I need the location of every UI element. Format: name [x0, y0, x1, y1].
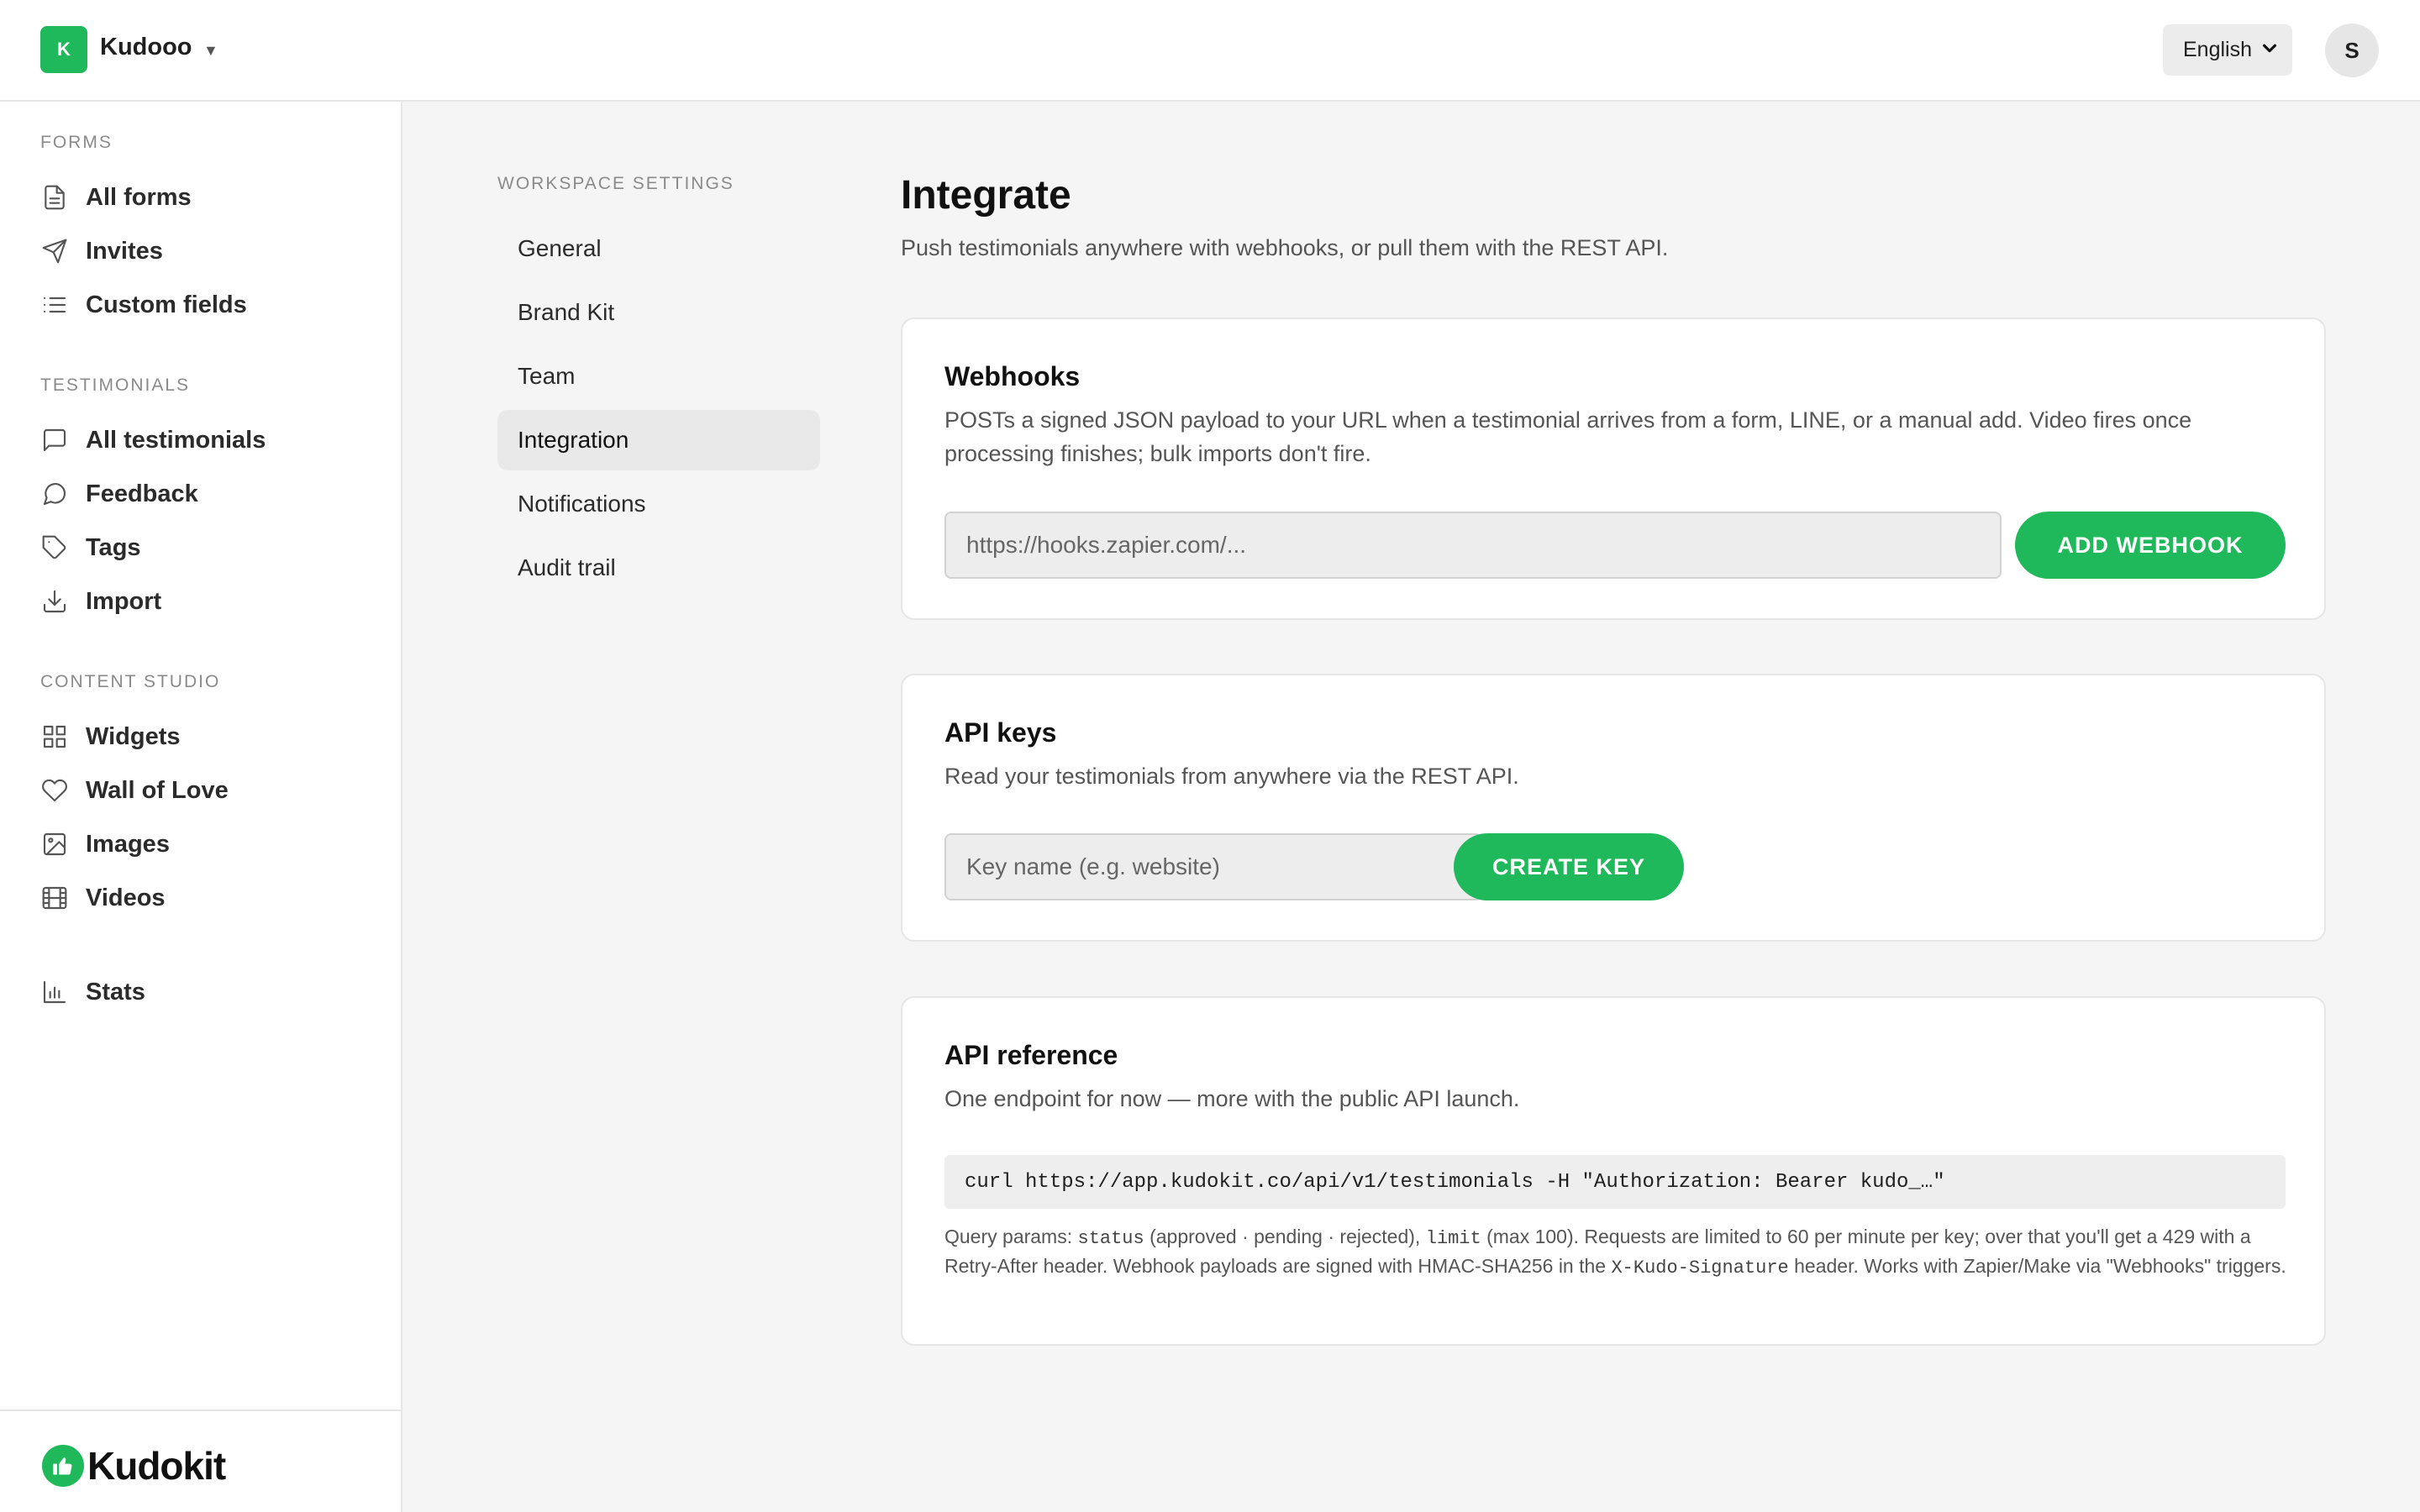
settings-nav-integration[interactable]: Integration: [497, 410, 820, 470]
notes-text: (approved · pending · rejected),: [1144, 1226, 1426, 1247]
sidebar-item-custom-fields[interactable]: Custom fields: [40, 288, 247, 322]
sidebar-item-label: Wall of Love: [86, 776, 229, 804]
sidebar-item-tags[interactable]: Tags: [40, 531, 141, 564]
chevron-down-icon: [2260, 39, 2279, 63]
workspace-name[interactable]: Kudooo: [100, 34, 192, 61]
webhooks-card: Webhooks POSTs a signed JSON payload to …: [901, 318, 2326, 620]
workspace-caret-icon[interactable]: ▼: [203, 42, 218, 60]
settings-nav-audit-trail[interactable]: Audit trail: [497, 538, 820, 598]
brand-logo[interactable]: Kudokit: [42, 1443, 226, 1488]
sidebar-section-testimonials: TESTIMONIALS: [40, 375, 191, 395]
api-keys-title: API keys: [944, 717, 1057, 748]
workspace-badge[interactable]: K: [40, 26, 87, 73]
sidebar-section-forms: FORMS: [40, 133, 113, 152]
sidebar-item-label: All testimonials: [86, 426, 266, 454]
sidebar-footer: Kudokit: [0, 1410, 402, 1512]
webhook-url-input[interactable]: https://hooks.zapier.com/...: [944, 512, 2002, 579]
settings-nav-notifications[interactable]: Notifications: [497, 474, 820, 534]
heart-icon: [40, 776, 69, 805]
api-reference-card: API reference One endpoint for now — mor…: [901, 996, 2326, 1346]
sidebar-item-label: Videos: [86, 884, 166, 911]
sidebar-item-label: Invites: [86, 237, 163, 265]
page-title: Integrate: [901, 173, 1071, 218]
create-key-button[interactable]: CREATE KEY: [1454, 833, 1684, 900]
sidebar-item-import[interactable]: Import: [40, 585, 161, 618]
tag-icon: [40, 533, 69, 562]
page-subtitle: Push testimonials anywhere with webhooks…: [901, 235, 1669, 260]
sidebar-item-label: Feedback: [86, 480, 198, 507]
bar-chart-icon: [40, 978, 69, 1006]
sidebar-item-widgets[interactable]: Widgets: [40, 720, 181, 753]
api-keys-card: API keys Read your testimonials from any…: [901, 674, 2326, 942]
notes-text: Query params:: [944, 1226, 1078, 1247]
download-icon: [40, 587, 69, 616]
sidebar-item-videos[interactable]: Videos: [40, 881, 166, 915]
param-status-code: status: [1077, 1228, 1144, 1249]
sidebar-item-all-testimonials[interactable]: All testimonials: [40, 423, 266, 457]
sidebar: FORMS All forms Invites Custom fields TE…: [0, 102, 402, 1512]
sidebar-item-label: Images: [86, 830, 170, 858]
sidebar-item-label: Stats: [86, 978, 145, 1005]
sidebar-item-feedback[interactable]: Feedback: [40, 477, 198, 511]
language-select[interactable]: English: [2163, 24, 2292, 76]
sidebar-item-label: Widgets: [86, 722, 181, 750]
sidebar-item-invites[interactable]: Invites: [40, 234, 163, 268]
notes-text: header. Works with Zapier/Make via "Webh…: [1788, 1255, 2286, 1277]
film-icon: [40, 884, 69, 912]
signature-header-code: X-Kudo-Signature: [1611, 1257, 1789, 1278]
api-reference-title: API reference: [944, 1040, 1118, 1070]
key-name-input[interactable]: Key name (e.g. website): [944, 833, 1482, 900]
sidebar-item-label: All forms: [86, 183, 192, 211]
brand-name: Kudokit: [87, 1444, 226, 1488]
api-reference-notes: Query params: status (approved · pending…: [944, 1223, 2297, 1282]
settings-nav-general[interactable]: General: [497, 218, 820, 279]
sidebar-item-label: Import: [86, 587, 162, 615]
thumbs-up-icon: [42, 1445, 84, 1487]
sidebar-item-label: Custom fields: [86, 291, 247, 318]
curl-code-block[interactable]: curl https://app.kudokit.co/api/v1/testi…: [944, 1155, 2286, 1209]
sidebar-item-stats[interactable]: Stats: [40, 975, 145, 1009]
api-keys-description: Read your testimonials from anywhere via…: [944, 764, 1519, 789]
add-webhook-button[interactable]: ADD WEBHOOK: [2015, 512, 2286, 579]
top-bar: K Kudooo ▼ English S: [0, 0, 2420, 102]
document-icon: [40, 183, 69, 212]
sidebar-item-all-forms[interactable]: All forms: [40, 181, 192, 214]
send-icon: [40, 237, 69, 265]
settings-nav-brand-kit[interactable]: Brand Kit: [497, 282, 820, 343]
user-avatar[interactable]: S: [2325, 24, 2379, 77]
sidebar-item-wall-of-love[interactable]: Wall of Love: [40, 774, 229, 807]
sidebar-section-content-studio: CONTENT STUDIO: [40, 672, 221, 691]
list-icon: [40, 291, 69, 319]
language-select-value: English: [2183, 38, 2252, 61]
settings-nav-team[interactable]: Team: [497, 346, 820, 407]
grid-icon: [40, 722, 69, 751]
message-circle-icon: [40, 480, 69, 508]
param-limit-code: limit: [1425, 1228, 1481, 1249]
message-square-icon: [40, 426, 69, 454]
webhooks-title: Webhooks: [944, 361, 1081, 391]
image-icon: [40, 830, 69, 858]
sidebar-item-label: Tags: [86, 533, 141, 561]
api-reference-description: One endpoint for now — more with the pub…: [944, 1086, 1520, 1111]
sidebar-item-images[interactable]: Images: [40, 827, 170, 861]
settings-nav-title: WORKSPACE SETTINGS: [497, 174, 734, 193]
webhooks-description: POSTs a signed JSON payload to your URL …: [944, 407, 2192, 466]
